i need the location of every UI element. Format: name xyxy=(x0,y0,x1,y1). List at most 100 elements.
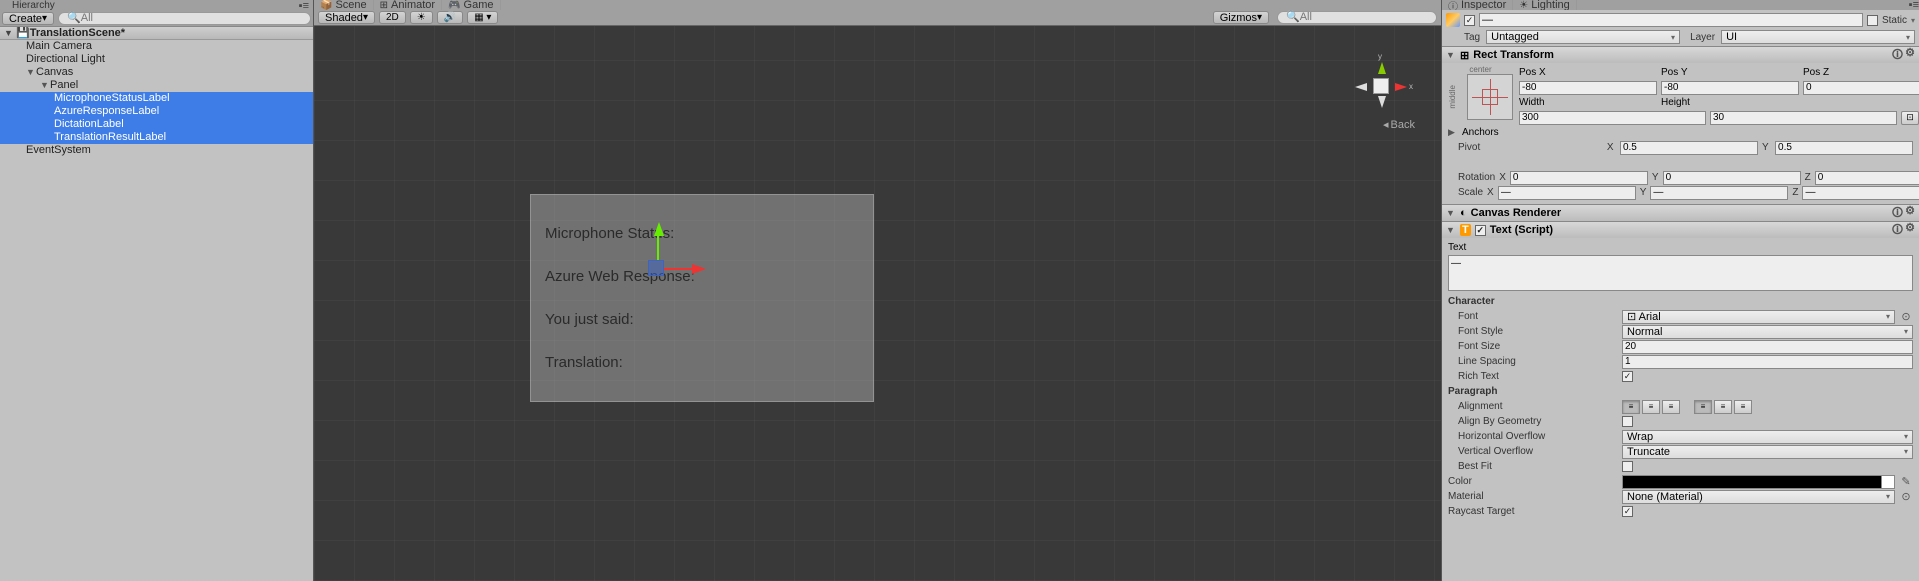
rot-x-input[interactable] xyxy=(1510,171,1648,185)
hierarchy-tab-bar: Hierarchy ▪≡ xyxy=(0,0,313,11)
canvas-renderer-header[interactable]: ▼◐ Canvas Renderer 🛈⚙ xyxy=(1442,205,1919,221)
gameobject-icon[interactable] xyxy=(1446,13,1460,27)
align-geometry-checkbox[interactable] xyxy=(1622,416,1633,427)
rot-y-input[interactable] xyxy=(1663,171,1801,185)
tree-canvas[interactable]: ▼Canvas xyxy=(0,66,313,79)
align-right-button[interactable]: ≡ xyxy=(1662,400,1680,414)
text-component: ▼T Text (Script) 🛈⚙ Text — Character Fon… xyxy=(1442,221,1919,523)
material-dropdown[interactable]: None (Material) xyxy=(1622,490,1895,504)
hierarchy-tab[interactable]: Hierarchy xyxy=(4,0,63,11)
material-picker-icon[interactable]: ⊙ xyxy=(1899,490,1913,504)
align-top-button[interactable]: ≡ xyxy=(1694,400,1712,414)
posx-input[interactable] xyxy=(1519,81,1657,95)
layer-dropdown[interactable]: UI xyxy=(1721,30,1915,44)
text-textarea[interactable]: — xyxy=(1448,255,1913,291)
tree-panel[interactable]: ▼Panel xyxy=(0,79,313,92)
gameobject-name-input[interactable] xyxy=(1479,13,1863,27)
hierarchy-tree: ▼💾TranslationScene* Main Camera Directio… xyxy=(0,27,313,581)
gizmo-y-icon[interactable] xyxy=(1378,62,1386,74)
pivot-y-input[interactable] xyxy=(1775,141,1913,155)
font-size-input[interactable] xyxy=(1622,340,1913,354)
align-bottom-button[interactable]: ≡ xyxy=(1734,400,1752,414)
gear-icon[interactable]: ⚙ xyxy=(1905,221,1915,240)
tag-dropdown[interactable]: Untagged xyxy=(1486,30,1680,44)
align-middle-button[interactable]: ≡ xyxy=(1714,400,1732,414)
scale-z-input[interactable] xyxy=(1802,186,1919,200)
tree-directional-light[interactable]: Directional Light xyxy=(0,53,313,66)
scene-search[interactable]: 🔍All xyxy=(1277,11,1437,24)
help-icon[interactable]: 🛈 xyxy=(1892,221,1903,240)
blueprint-button[interactable]: ⊡ xyxy=(1901,111,1919,125)
scene-said-label: You just said: xyxy=(545,311,859,328)
rich-text-checkbox[interactable] xyxy=(1622,371,1633,382)
y-axis-arrow-icon[interactable] xyxy=(654,222,664,236)
shaded-dropdown[interactable]: Shaded ▾ xyxy=(318,11,375,24)
static-checkbox[interactable] xyxy=(1867,15,1878,26)
tree-dictation-label[interactable]: DictationLabel xyxy=(0,118,313,131)
posz-input[interactable] xyxy=(1803,81,1919,95)
posy-input[interactable] xyxy=(1661,81,1799,95)
gear-icon[interactable]: ⚙ xyxy=(1905,46,1915,65)
orientation-gizmo[interactable]: y x xyxy=(1351,56,1411,116)
x-axis-line-icon[interactable] xyxy=(664,268,692,270)
tree-mic-label[interactable]: MicrophoneStatusLabel xyxy=(0,92,313,105)
create-button[interactable]: Create ▾ xyxy=(2,12,54,25)
pivot-x-input[interactable] xyxy=(1620,141,1758,155)
tree-azure-label[interactable]: AzureResponseLabel xyxy=(0,105,313,118)
inspector-panel: ⓘInspector ☀Lighting ▪≡ Static ▾ Tag Unt… xyxy=(1441,0,1919,581)
align-h-group: ≡ ≡ ≡ xyxy=(1622,400,1680,414)
anchor-middle-label: middle xyxy=(1448,85,1457,109)
tree-main-camera[interactable]: Main Camera xyxy=(0,40,313,53)
height-input[interactable] xyxy=(1710,111,1897,125)
scene-header[interactable]: ▼💾TranslationScene* xyxy=(0,27,313,40)
scene-trans-label: Translation: xyxy=(545,354,859,371)
fx-toggle[interactable]: ▦ ▾ xyxy=(467,11,498,24)
tag-label: Tag xyxy=(1446,32,1480,43)
scene-view[interactable]: y x Back Microphone Status: Azure Web Re… xyxy=(314,26,1441,581)
gizmo-cube-icon[interactable] xyxy=(1373,78,1389,94)
rect-transform-component: ▼⊞ Rect Transform 🛈⚙ center middle xyxy=(1442,46,1919,204)
panel-menu-icon[interactable]: ▪≡ xyxy=(299,0,309,12)
v-overflow-dropdown[interactable]: Truncate xyxy=(1622,445,1913,459)
tree-event-system[interactable]: EventSystem xyxy=(0,144,313,157)
align-center-button[interactable]: ≡ xyxy=(1642,400,1660,414)
gizmo-neg-y-icon[interactable] xyxy=(1378,96,1386,108)
gizmo-back-label[interactable]: Back xyxy=(1383,118,1415,131)
best-fit-checkbox[interactable] xyxy=(1622,461,1633,472)
width-input[interactable] xyxy=(1519,111,1706,125)
text-header[interactable]: ▼T Text (Script) 🛈⚙ xyxy=(1442,222,1919,238)
scene-canvas-panel: Microphone Status: Azure Web Response: Y… xyxy=(530,194,874,402)
gizmo-neg-x-icon[interactable] xyxy=(1355,83,1367,91)
selection-handle-icon[interactable] xyxy=(648,260,664,276)
x-axis-arrow-icon[interactable] xyxy=(692,264,706,274)
color-swatch[interactable] xyxy=(1622,475,1895,489)
raycast-checkbox[interactable] xyxy=(1622,506,1633,517)
rect-transform-header[interactable]: ▼⊞ Rect Transform 🛈⚙ xyxy=(1442,47,1919,63)
eyedropper-icon[interactable]: ✎ xyxy=(1899,475,1913,489)
y-axis-line-icon[interactable] xyxy=(657,236,659,260)
align-left-button[interactable]: ≡ xyxy=(1622,400,1640,414)
scene-toolbar: Shaded ▾ 2D ☀ 🔊 ▦ ▾ Gizmos ▾ 🔍All xyxy=(314,10,1441,26)
anchor-preset-button[interactable] xyxy=(1467,74,1513,120)
audio-toggle[interactable]: 🔊 xyxy=(437,11,463,24)
font-picker-icon[interactable]: ⊙ xyxy=(1899,310,1913,324)
enabled-checkbox[interactable] xyxy=(1464,15,1475,26)
lighting-toggle[interactable]: ☀ xyxy=(410,11,433,24)
rot-z-input[interactable] xyxy=(1815,171,1919,185)
scene-tab-bar: 📦Scene ⊞Animator 🎮Game xyxy=(314,0,1441,10)
font-style-dropdown[interactable]: Normal xyxy=(1622,325,1913,339)
scale-y-input[interactable] xyxy=(1650,186,1788,200)
h-overflow-dropdown[interactable]: Wrap xyxy=(1622,430,1913,444)
tree-translation-label[interactable]: TranslationResultLabel xyxy=(0,131,313,144)
font-dropdown[interactable]: ⊡ Arial xyxy=(1622,310,1895,324)
help-icon[interactable]: 🛈 xyxy=(1892,46,1903,65)
line-spacing-input[interactable] xyxy=(1622,355,1913,369)
scale-x-input[interactable] xyxy=(1498,186,1636,200)
gizmos-dropdown[interactable]: Gizmos ▾ xyxy=(1213,11,1269,24)
text-enabled-checkbox[interactable] xyxy=(1475,225,1486,236)
gizmo-x-icon[interactable] xyxy=(1395,83,1407,91)
2d-toggle[interactable]: 2D xyxy=(379,11,406,24)
static-dropdown-icon[interactable]: ▾ xyxy=(1911,16,1915,25)
canvas-renderer-component: ▼◐ Canvas Renderer 🛈⚙ xyxy=(1442,204,1919,221)
hierarchy-search[interactable]: 🔍All xyxy=(58,12,311,25)
